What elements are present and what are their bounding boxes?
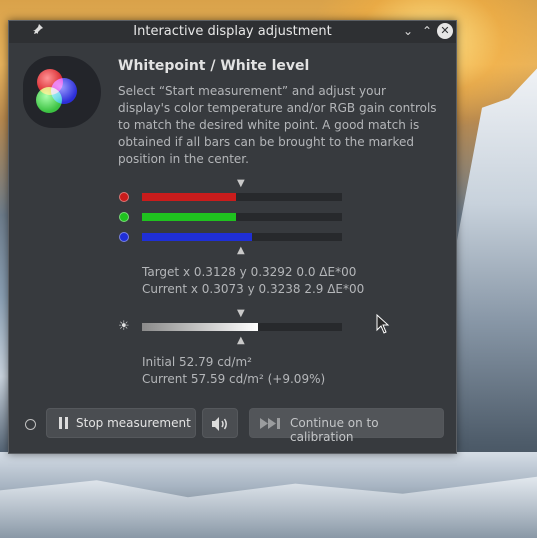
maximize-button[interactable]: ⌃: [419, 23, 435, 39]
close-button[interactable]: ✕: [437, 23, 453, 39]
continue-calibration-button[interactable]: Continue on to calibration: [249, 408, 444, 444]
rgb-logo: [23, 56, 101, 128]
luminance-initial: Initial 52.79 cd/m²: [142, 355, 252, 369]
red-channel-dot: [119, 192, 129, 202]
target-marker-top-icon: ▼: [237, 178, 245, 189]
pause-icon: [59, 417, 69, 432]
minimize-button[interactable]: ⌄: [400, 23, 416, 39]
luminance-bar: [142, 323, 342, 331]
sound-toggle-button[interactable]: [202, 408, 238, 438]
green-channel-dot: [119, 212, 129, 222]
status-indicator: [25, 419, 36, 430]
mouse-cursor-icon: [376, 313, 390, 338]
brightness-icon: ☀: [118, 319, 130, 334]
red-bar-fill: [142, 193, 236, 201]
blue-bar: [142, 233, 342, 241]
section-description: Select “Start measurement” and adjust yo…: [118, 84, 437, 166]
green-bar-fill: [142, 213, 236, 221]
luminance-current: Current 57.59 cd/m² (+9.09%): [142, 372, 326, 386]
luminance-marker-bottom-icon: ▲: [237, 335, 245, 346]
section-heading: Whitepoint / White level: [118, 58, 310, 74]
red-bar: [142, 193, 342, 201]
stop-measurement-button[interactable]: Stop measurement: [46, 408, 196, 438]
whitepoint-current: Current x 0.3073 y 0.3238 2.9 ΔE*00: [142, 282, 365, 296]
luminance-bar-fill: [142, 323, 258, 331]
target-marker-bottom-icon: ▲: [237, 245, 245, 256]
blue-channel-dot: [119, 232, 129, 242]
continue-calibration-label: Continue on to calibration: [290, 416, 379, 444]
whitepoint-target: Target x 0.3128 y 0.3292 0.0 ΔE*00: [142, 265, 357, 279]
green-bar: [142, 213, 342, 221]
display-adjustment-window: Interactive display adjustment ⌄ ⌃ ✕ Whi…: [8, 20, 457, 454]
title-bar[interactable]: Interactive display adjustment ⌄ ⌃ ✕: [9, 21, 456, 43]
blue-bar-fill: [142, 233, 252, 241]
window-title: Interactive display adjustment: [133, 24, 332, 39]
skip-forward-icon: [260, 418, 282, 432]
stop-measurement-label: Stop measurement: [76, 416, 191, 430]
speaker-icon: [211, 416, 229, 435]
luminance-marker-top-icon: ▼: [237, 308, 245, 319]
